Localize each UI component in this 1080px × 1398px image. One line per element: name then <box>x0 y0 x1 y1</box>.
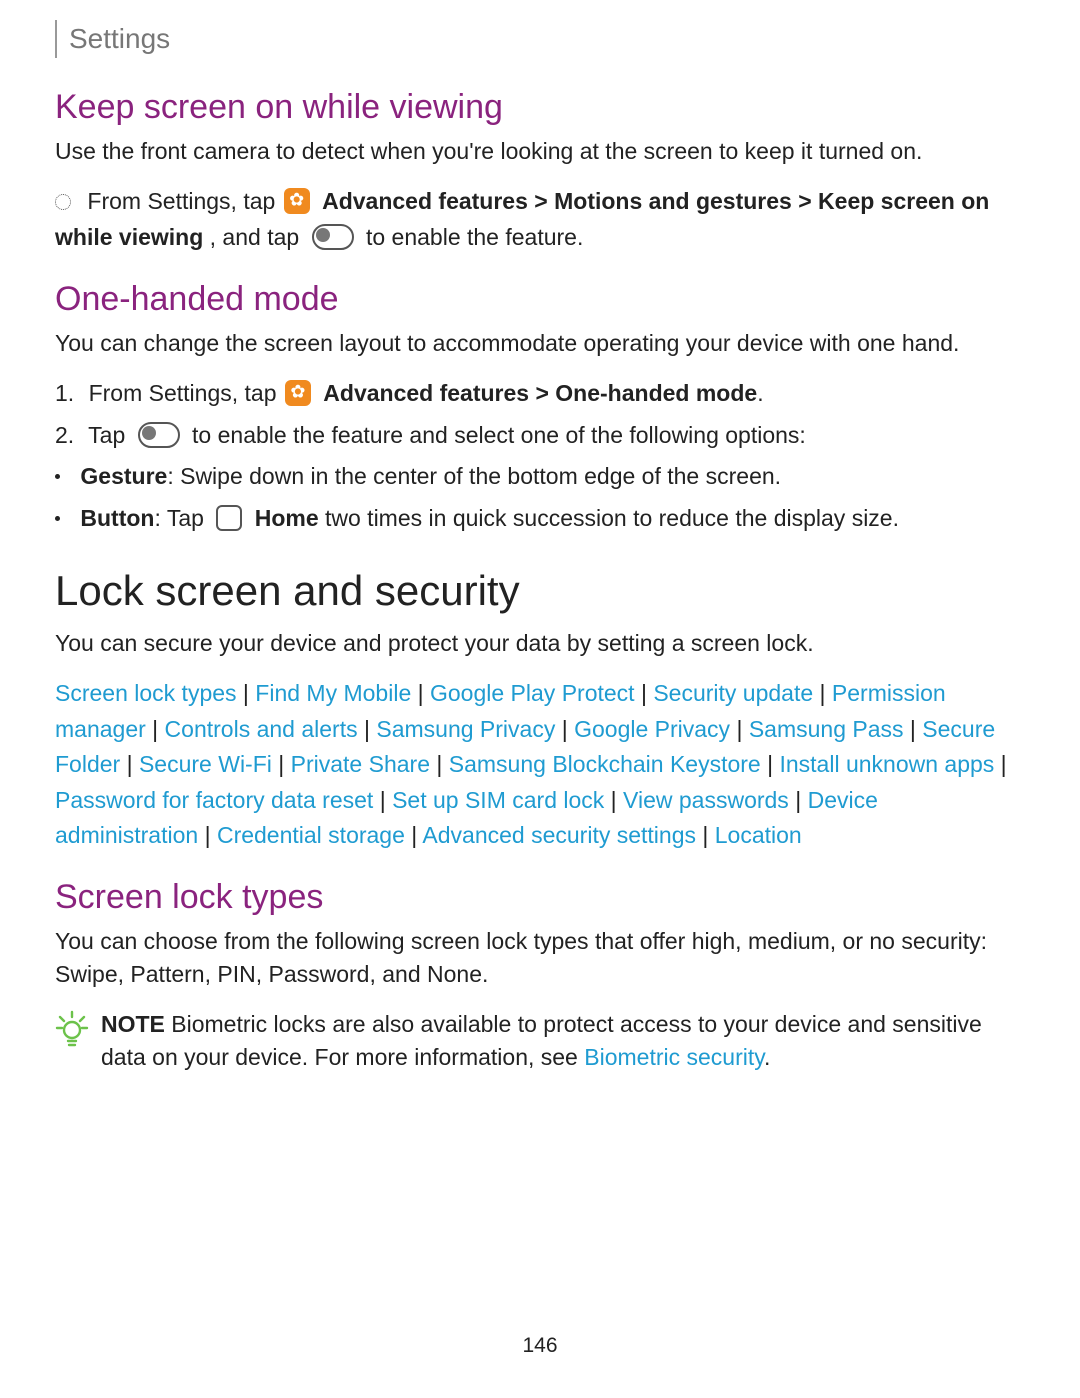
link-security-topic[interactable]: Advanced security settings <box>422 822 696 848</box>
page-header: Settings <box>55 20 1025 58</box>
text-fragment: Tap <box>88 422 125 448</box>
note-row: NOTE Biometric locks are also available … <box>55 1008 1025 1075</box>
link-separator: | <box>237 680 256 706</box>
text-fragment: . <box>764 1044 770 1070</box>
text-fragment: : Tap <box>154 505 203 531</box>
link-biometric-security[interactable]: Biometric security <box>584 1044 764 1070</box>
screen-lock-types-desc: You can choose from the following screen… <box>55 925 1025 992</box>
text-bold: Gesture <box>80 463 167 489</box>
keep-screen-step: From Settings, tap Advanced features > M… <box>55 184 1025 255</box>
page-number: 146 <box>55 1334 1025 1358</box>
home-icon <box>216 505 242 531</box>
text-fragment: , and tap <box>210 224 300 250</box>
link-separator: | <box>696 822 715 848</box>
link-separator: | <box>358 716 377 742</box>
dot-bullet-icon <box>55 474 60 479</box>
link-security-topic[interactable]: Credential storage <box>217 822 405 848</box>
gear-icon <box>285 380 311 406</box>
link-security-topic[interactable]: View passwords <box>623 787 789 813</box>
link-security-topic[interactable]: Controls and alerts <box>165 716 358 742</box>
toggle-icon <box>312 224 354 250</box>
security-links-block: Screen lock types | Find My Mobile | Goo… <box>55 676 1025 854</box>
link-security-topic[interactable]: Private Share <box>291 751 430 777</box>
one-handed-option-button: Button: Tap Home two times in quick succ… <box>55 501 1025 537</box>
one-handed-desc: You can change the screen layout to acco… <box>55 327 1025 360</box>
link-security-topic[interactable]: Security update <box>653 680 813 706</box>
header-divider <box>55 20 57 58</box>
heading-screen-lock-types: Screen lock types <box>55 878 1025 917</box>
keep-screen-desc: Use the front camera to detect when you'… <box>55 135 1025 168</box>
link-separator: | <box>405 822 423 848</box>
circle-bullet-icon <box>55 194 71 210</box>
one-handed-step-2: 2. Tap to enable the feature and select … <box>55 418 1025 454</box>
text-fragment: Biometric locks are also available to pr… <box>101 1011 982 1070</box>
link-security-topic[interactable]: Samsung Pass <box>749 716 904 742</box>
link-separator: | <box>198 822 217 848</box>
link-security-topic[interactable]: Install unknown apps <box>779 751 994 777</box>
one-handed-option-gesture: Gesture: Swipe down in the center of the… <box>55 459 1025 495</box>
link-separator: | <box>373 787 392 813</box>
heading-keep-screen-on: Keep screen on while viewing <box>55 88 1025 127</box>
link-security-topic[interactable]: Find My Mobile <box>255 680 411 706</box>
link-separator: | <box>120 751 139 777</box>
text-fragment: : Swipe down in the center of the bottom… <box>167 463 781 489</box>
link-separator: | <box>604 787 623 813</box>
text-bold: > <box>798 188 818 214</box>
link-security-topic[interactable]: Samsung Blockchain Keystore <box>449 751 761 777</box>
text-fragment: From Settings, tap <box>87 188 275 214</box>
link-separator: | <box>635 680 654 706</box>
text-bold: Home <box>255 505 319 531</box>
link-security-topic[interactable]: Location <box>715 822 802 848</box>
text-fragment: to enable the feature. <box>366 224 583 250</box>
note-text: NOTE Biometric locks are also available … <box>101 1008 1025 1075</box>
text-fragment: to enable the feature and select one of … <box>192 422 806 448</box>
link-separator: | <box>789 787 808 813</box>
link-separator: | <box>904 716 923 742</box>
heading-lock-screen-security: Lock screen and security <box>55 567 1025 615</box>
link-separator: | <box>761 751 780 777</box>
text-bold: Motions and gestures <box>554 188 792 214</box>
text-bold: Advanced features > One-handed mode <box>323 380 757 406</box>
link-security-topic[interactable]: Set up SIM card lock <box>392 787 604 813</box>
lightbulb-icon <box>55 1010 89 1050</box>
note-label: NOTE <box>101 1011 165 1037</box>
header-title: Settings <box>69 23 170 55</box>
text-fragment: two times in quick succession to reduce … <box>319 505 899 531</box>
link-security-topic[interactable]: Google Play Protect <box>430 680 635 706</box>
gear-icon <box>284 188 310 214</box>
link-security-topic[interactable]: Google Privacy <box>574 716 730 742</box>
link-separator: | <box>555 716 574 742</box>
lock-security-desc: You can secure your device and protect y… <box>55 627 1025 660</box>
link-security-topic[interactable]: Screen lock types <box>55 680 237 706</box>
link-separator: | <box>272 751 291 777</box>
step-number: 1. <box>55 376 74 412</box>
text-fragment: From Settings, tap <box>89 380 277 406</box>
one-handed-step-1: 1. From Settings, tap Advanced features … <box>55 376 1025 412</box>
toggle-icon <box>138 422 180 448</box>
link-security-topic[interactable]: Password for factory data reset <box>55 787 373 813</box>
link-separator: | <box>730 716 749 742</box>
text-bold: Button <box>80 505 154 531</box>
link-separator: | <box>411 680 430 706</box>
link-separator: | <box>430 751 449 777</box>
link-separator: | <box>146 716 165 742</box>
dot-bullet-icon <box>55 516 60 521</box>
heading-one-handed-mode: One-handed mode <box>55 280 1025 319</box>
link-security-topic[interactable]: Samsung Privacy <box>376 716 555 742</box>
text-fragment: . <box>757 380 763 406</box>
link-security-topic[interactable]: Secure Wi-Fi <box>139 751 272 777</box>
link-separator: | <box>813 680 832 706</box>
link-separator: | <box>994 751 1006 777</box>
text-bold: Advanced features <box>322 188 528 214</box>
text-bold: > <box>534 188 554 214</box>
step-number: 2. <box>55 418 74 454</box>
